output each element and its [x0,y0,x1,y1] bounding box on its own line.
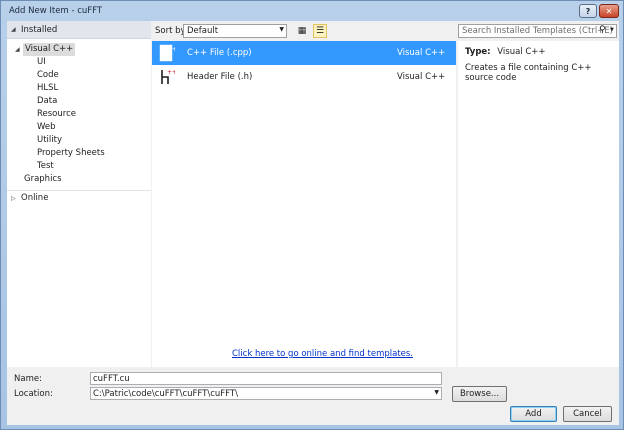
tree-item-utility[interactable]: Utility [37,134,62,147]
chevron-down-icon[interactable]: ▼ [434,389,439,396]
template-categories-pane: ◢ Installed ◢ Visual C++ UI Code HLSL Da… [7,21,151,367]
sort-dropdown[interactable]: Default ▼ [183,24,287,38]
name-label: Name: [14,374,42,384]
tree-item-graphics[interactable]: Graphics [24,173,62,186]
browse-button[interactable]: Browse... [452,386,507,402]
chevron-down-icon: ▼ [279,26,284,33]
dialog-body: ◢ Installed ◢ Visual C++ UI Code HLSL Da… [7,21,619,425]
list-item[interactable]: ++ Header File (.h) Visual C++ [152,65,456,89]
sort-toolbar: Sort by: Default ▼ ▦ ☰ [152,21,456,41]
template-type: Visual C++ [397,72,445,82]
add-button[interactable]: Add [510,406,557,422]
grid-view-icon: ▦ [298,26,307,36]
expand-triangle-icon: ▷ [11,195,16,202]
medium-icons-view-button[interactable]: ▦ [295,24,309,38]
tree-item-code[interactable]: Code [37,69,59,82]
svg-text:++: ++ [167,69,175,76]
collapse-triangle-icon[interactable]: ◢ [15,46,20,53]
tree-item-hlsl[interactable]: HLSL [37,82,58,95]
tree-item-visual-cpp[interactable]: Visual C++ [23,43,75,56]
cpp-file-icon: ++ [159,43,175,62]
type-value: Visual C++ [497,47,545,57]
installed-label: Installed [21,25,57,35]
tree-item-property-sheets[interactable]: Property Sheets [37,147,105,160]
search-icon[interactable]: ⚲ [599,25,606,35]
type-key: Type: [465,47,491,57]
template-list: ++ C++ File (.cpp) Visual C++ ++ Header … [152,41,456,367]
tree-item-ui[interactable]: UI [37,56,46,69]
cancel-button[interactable]: Cancel [563,406,612,422]
dialog-window: Add New Item - cuFFT ? ✕ ◢ Installed ◢ V… [0,0,624,430]
template-details-pane: Type: Visual C++ Creates a file containi… [458,41,619,367]
template-type: Visual C++ [397,48,445,58]
chevron-down-icon[interactable]: ▼ [610,27,614,33]
svg-text:++: ++ [167,46,175,53]
template-name: Header File (.h) [187,72,252,82]
tree-item-test[interactable]: Test [37,160,54,173]
installed-header[interactable]: ◢ Installed [7,21,151,39]
search-box[interactable]: Search Installed Templates (Ctrl+E) ⚲ ▼ [458,24,617,38]
close-button[interactable]: ✕ [599,4,619,18]
help-button[interactable]: ? [579,4,597,18]
find-online-templates-link[interactable]: Click here to go online and find templat… [232,349,413,359]
tree-item-resource[interactable]: Resource [37,108,76,121]
location-value: C:\Patric\code\cuFFT\cuFFT\cuFFT\ [93,389,238,399]
template-name: C++ File (.cpp) [187,48,252,58]
sort-value: Default [187,26,218,36]
tree-item-data[interactable]: Data [37,95,57,108]
online-label: Online [21,193,48,203]
list-item[interactable]: ++ C++ File (.cpp) Visual C++ [152,41,456,65]
template-description: Creates a file containing C++ source cod… [465,63,615,83]
location-label: Location: [14,389,53,399]
search-input[interactable]: Search Installed Templates (Ctrl+E) [462,26,613,36]
name-value: cuFFT.cu [93,374,130,384]
name-field[interactable]: cuFFT.cu [90,372,442,385]
title-bar[interactable]: Add New Item - cuFFT ? ✕ [1,1,623,21]
online-header[interactable]: ▷ Online [7,190,151,206]
location-combobox[interactable]: C:\Patric\code\cuFFT\cuFFT\cuFFT\ ▼ [90,387,442,400]
list-view-icon: ☰ [316,26,324,36]
type-row: Type: Visual C++ [465,47,546,57]
header-file-icon: ++ [159,67,175,86]
window-title: Add New Item - cuFFT [9,6,102,16]
list-view-button[interactable]: ☰ [313,24,327,38]
collapse-triangle-icon: ◢ [11,26,16,33]
tree-item-web[interactable]: Web [37,121,56,134]
